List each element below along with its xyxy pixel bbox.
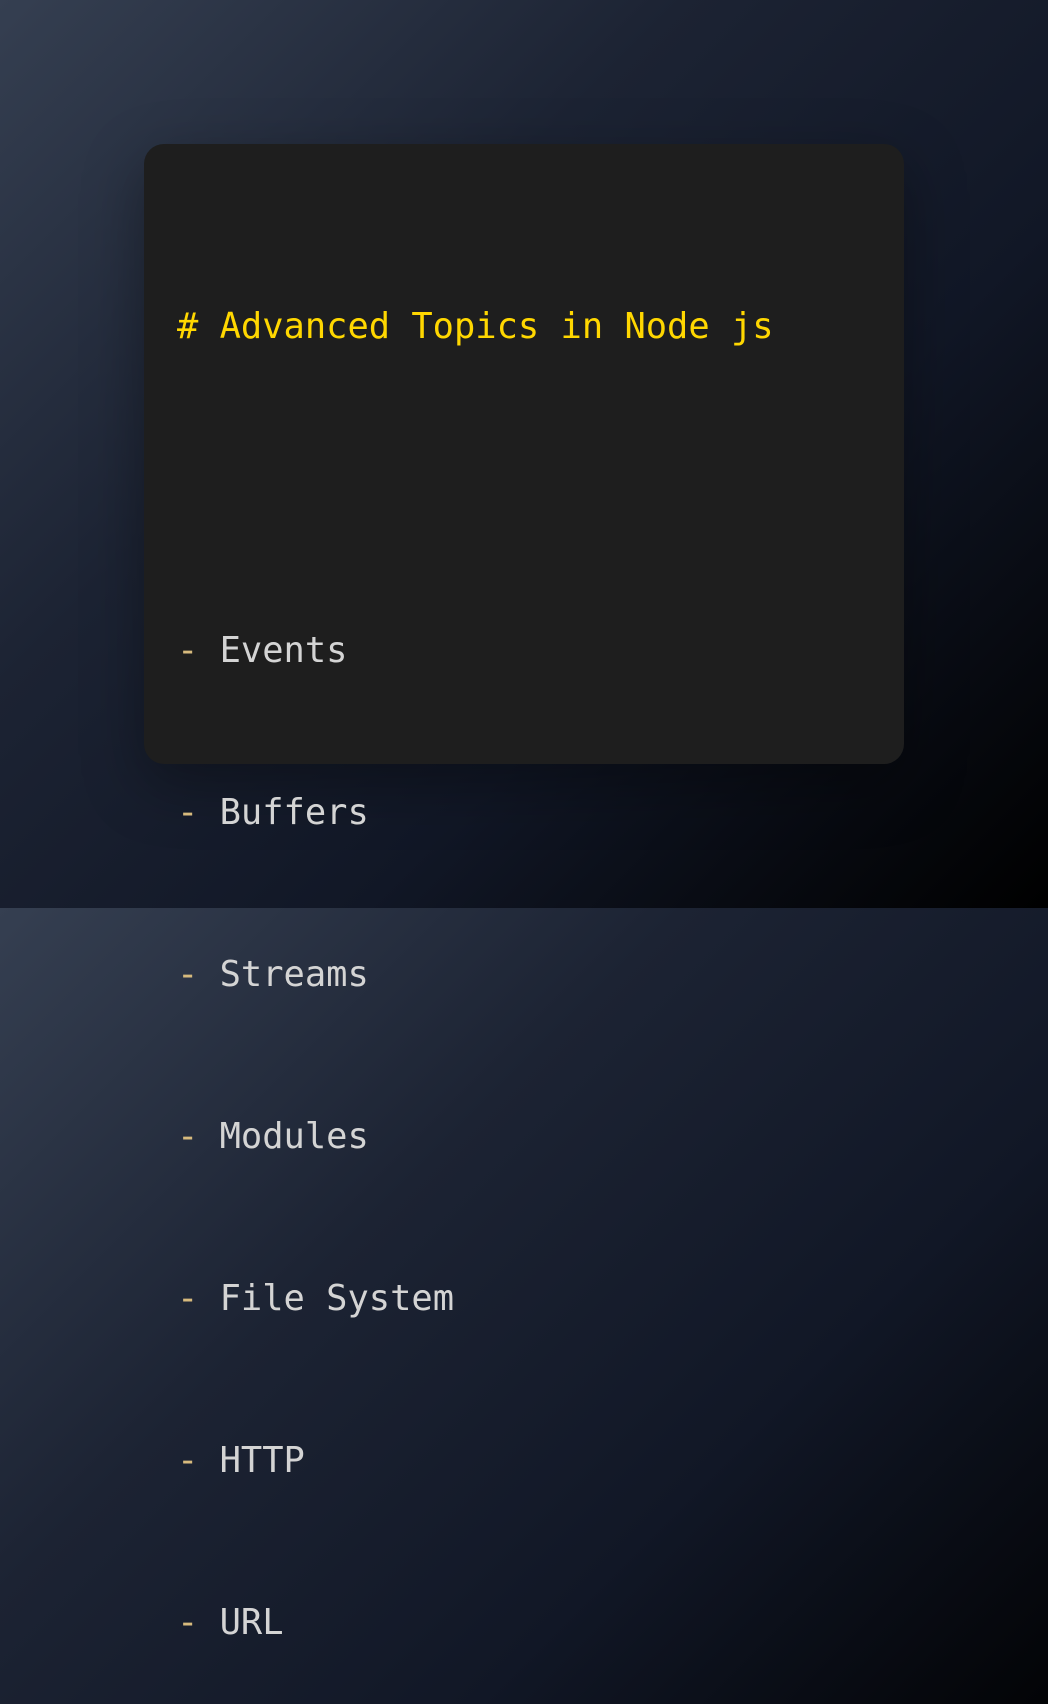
bullet-dash: - bbox=[177, 1440, 199, 1481]
list-item-text: HTTP bbox=[219, 1440, 305, 1481]
list-item: - Buffers bbox=[177, 786, 774, 840]
list-item: - Modules bbox=[177, 1110, 774, 1164]
list-item-text: File System bbox=[219, 1278, 455, 1319]
bullet-dash: - bbox=[177, 1278, 199, 1319]
list-item: - Streams bbox=[177, 948, 774, 1002]
list-item: - HTTP bbox=[177, 1434, 774, 1488]
bullet-dash: - bbox=[177, 630, 199, 671]
bullet-dash: - bbox=[177, 954, 199, 995]
bullet-dash: - bbox=[177, 792, 199, 833]
list-item: - URL bbox=[177, 1596, 774, 1650]
list-item-text: Streams bbox=[219, 954, 369, 995]
list-item-text: Events bbox=[219, 630, 348, 671]
code-snippet: # Advanced Topics in Node js - Events - … bbox=[177, 192, 774, 1704]
list-item: - Events bbox=[177, 624, 774, 678]
bullet-dash: - bbox=[177, 1602, 199, 1643]
list-item-text: Modules bbox=[219, 1116, 369, 1157]
bullet-dash: - bbox=[177, 1116, 199, 1157]
list-item-text: URL bbox=[219, 1602, 284, 1643]
heading-line: # Advanced Topics in Node js bbox=[177, 306, 774, 347]
list-item: - File System bbox=[177, 1272, 774, 1326]
list-item-text: Buffers bbox=[219, 792, 369, 833]
